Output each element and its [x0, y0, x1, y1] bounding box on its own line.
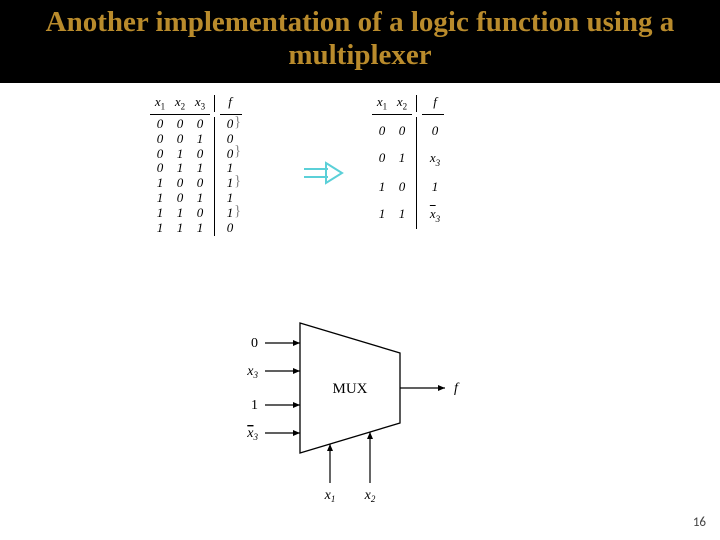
- brace-icon: }: [234, 143, 241, 160]
- cell: x3: [422, 144, 448, 172]
- mux-label: MUX: [332, 381, 367, 397]
- brace-icon: }: [234, 114, 241, 131]
- cell: 0: [372, 144, 392, 172]
- truth-table-full: x1 x2 x3 f 0000 0010 0100 0111 1001 1011…: [150, 95, 242, 236]
- cell: 1: [372, 200, 392, 228]
- th-f: f: [422, 95, 448, 112]
- mux-sel-1: x2: [364, 488, 376, 504]
- cell: 0: [220, 221, 240, 236]
- cell: 0: [392, 173, 412, 200]
- th-x3: x3: [190, 95, 210, 112]
- th-x1: x1: [372, 95, 392, 112]
- th-x2: x2: [170, 95, 190, 112]
- cell: 0: [372, 117, 392, 144]
- cell: 1: [170, 206, 190, 221]
- cell: 0: [150, 147, 170, 162]
- cell: 0: [170, 176, 190, 191]
- cell: 1: [372, 173, 392, 200]
- th-x2: x2: [392, 95, 412, 112]
- cell: 0: [190, 176, 210, 191]
- page-number: 16: [693, 515, 706, 530]
- cell: 0: [190, 147, 210, 162]
- cell: 0: [190, 117, 210, 132]
- th-f: f: [220, 95, 240, 112]
- mux-in-3: x3: [246, 426, 258, 442]
- implies-arrow-icon: [300, 158, 345, 193]
- cell: 1: [190, 191, 210, 206]
- cell: 0: [170, 132, 190, 147]
- cell: 1: [150, 176, 170, 191]
- mux-in-2: 1: [251, 398, 258, 413]
- cell: 1: [190, 161, 210, 176]
- cell: 1: [190, 132, 210, 147]
- cell: 0: [150, 117, 170, 132]
- cell: 0: [392, 117, 412, 144]
- mux-in-1: x3: [246, 364, 258, 380]
- cell: 1: [422, 173, 448, 200]
- cell: 1: [150, 191, 170, 206]
- cell: 1: [150, 206, 170, 221]
- cell: x3: [422, 200, 448, 228]
- cell: 1: [170, 221, 190, 236]
- mux-diagram: MUX 0 x3 1 x3 f x1 x2: [210, 313, 510, 513]
- cell: 0: [150, 132, 170, 147]
- truth-table-reduced: x1 x2 f 000 01x3 101 11x3: [372, 95, 448, 229]
- slide-title: Another implementation of a logic functi…: [0, 0, 720, 83]
- brace-icon: }: [234, 203, 241, 220]
- cell: 0: [170, 117, 190, 132]
- cell: 1: [392, 144, 412, 172]
- cell: 1: [392, 200, 412, 228]
- th-x1: x1: [150, 95, 170, 112]
- brace-icon: }: [234, 173, 241, 190]
- mux-in-0: 0: [251, 336, 258, 351]
- cell: 1: [150, 221, 170, 236]
- cell: 1: [170, 161, 190, 176]
- cell: 1: [170, 147, 190, 162]
- mux-out: f: [454, 381, 460, 396]
- cell: 0: [170, 191, 190, 206]
- mux-sel-0: x1: [324, 488, 336, 504]
- cell: 0: [150, 161, 170, 176]
- cell: 0: [422, 117, 448, 144]
- cell: 0: [190, 206, 210, 221]
- cell: 1: [190, 221, 210, 236]
